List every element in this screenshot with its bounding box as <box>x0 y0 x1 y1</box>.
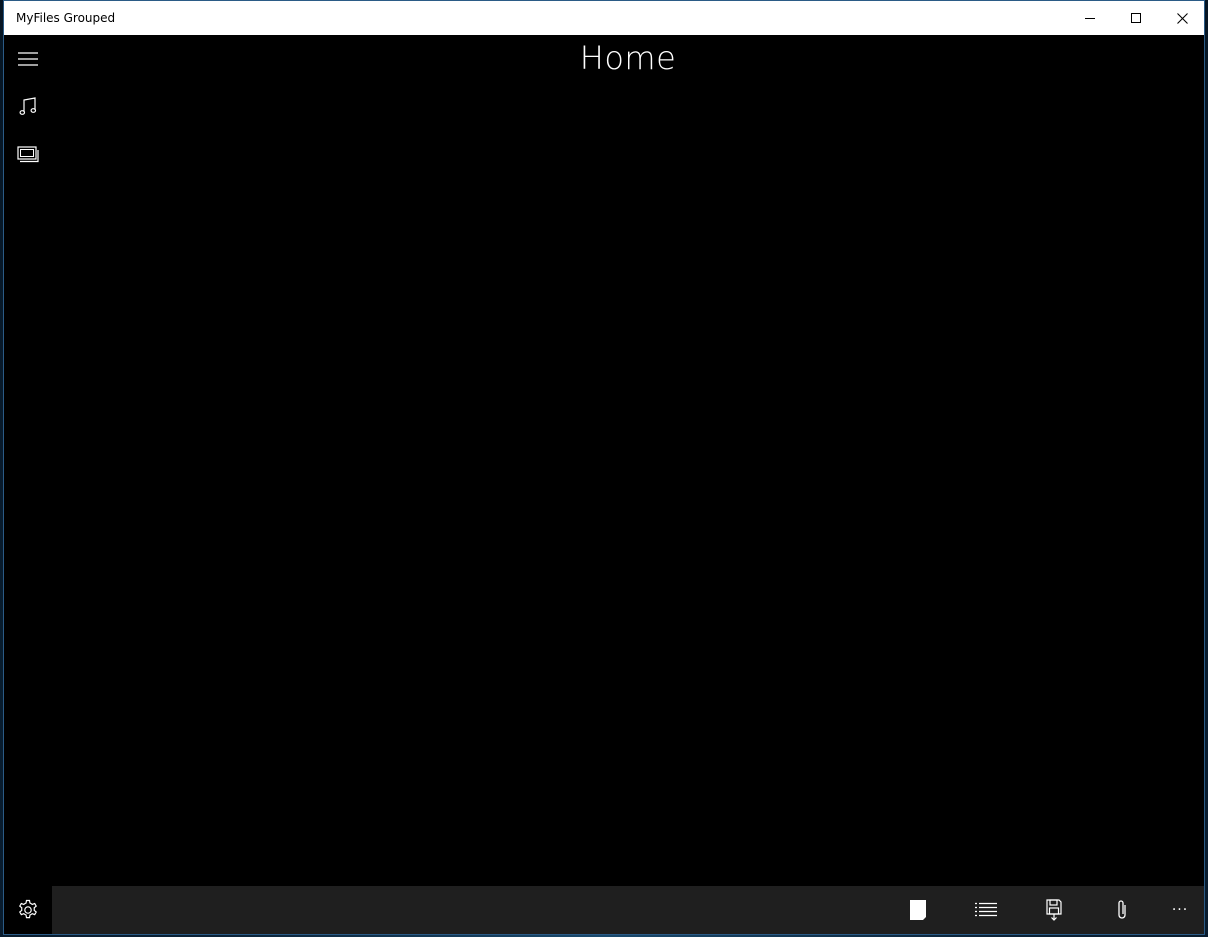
photos-icon <box>17 146 39 163</box>
attach-icon <box>1118 900 1126 919</box>
save-button[interactable] <box>1020 886 1088 934</box>
maximize-icon <box>1131 13 1141 23</box>
title-bar[interactable]: MyFiles Grouped <box>4 1 1204 35</box>
save-icon <box>1046 899 1062 921</box>
page-title: Home <box>579 39 677 77</box>
command-bar: ··· <box>52 886 1204 934</box>
close-icon <box>1176 12 1188 24</box>
list-button[interactable] <box>952 886 1020 934</box>
hamburger-button[interactable] <box>4 35 52 83</box>
gear-icon <box>19 899 37 919</box>
attach-button[interactable] <box>1088 886 1156 934</box>
nav-item-music[interactable] <box>4 83 52 131</box>
nav-item-photos[interactable] <box>4 131 52 179</box>
minimize-button[interactable] <box>1067 1 1113 35</box>
page-button[interactable] <box>884 886 952 934</box>
more-button[interactable]: ··· <box>1156 886 1204 934</box>
hamburger-icon <box>18 52 38 66</box>
settings-button[interactable] <box>4 886 52 934</box>
app-window: MyFiles Grouped Home ··· <box>3 0 1205 935</box>
window-title: MyFiles Grouped <box>16 11 116 25</box>
navigation-pane <box>4 35 52 934</box>
page-icon <box>910 900 926 920</box>
music-icon <box>19 97 37 115</box>
list-icon <box>975 902 997 917</box>
desktop-background: MyFiles Grouped Home ··· <box>0 0 1208 937</box>
minimize-icon <box>1085 18 1095 19</box>
maximize-button[interactable] <box>1113 1 1159 35</box>
close-button[interactable] <box>1159 1 1205 35</box>
